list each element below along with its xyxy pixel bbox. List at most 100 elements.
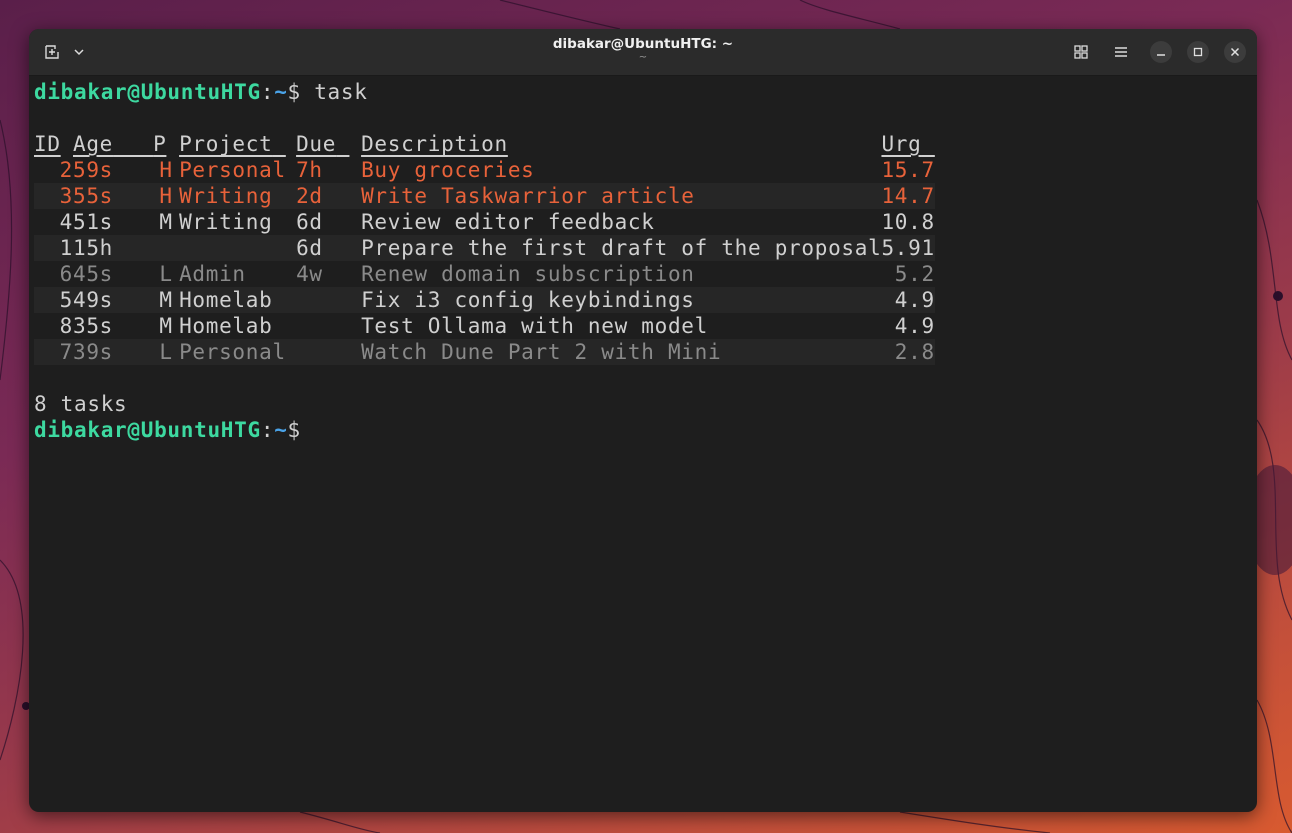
maximize-button[interactable] bbox=[1187, 41, 1209, 63]
task-id: 4 bbox=[59, 210, 73, 234]
close-button[interactable] bbox=[1224, 41, 1246, 63]
header-priority: P bbox=[153, 132, 167, 156]
task-due bbox=[296, 287, 362, 313]
prompt-symbol: $ bbox=[287, 80, 301, 104]
task-priority: M bbox=[159, 314, 173, 338]
prompt-symbol: $ bbox=[287, 418, 301, 442]
task-description: Buy groceries bbox=[361, 158, 535, 182]
header-description: Description bbox=[361, 132, 508, 156]
task-description: Test Ollama with new model bbox=[361, 314, 708, 338]
task-urgency: 5.91 bbox=[881, 235, 935, 261]
task-project: Personal bbox=[179, 339, 297, 365]
task-age: 39s bbox=[73, 339, 154, 365]
task-project: Writing bbox=[179, 210, 273, 234]
task-age: 49s bbox=[73, 287, 154, 313]
minimize-button[interactable] bbox=[1150, 41, 1172, 63]
task-id: 5 bbox=[34, 287, 73, 313]
task-table-header: ID Age P Project Due Description Urg bbox=[34, 131, 935, 157]
task-row: 1 15h 6d Prepare the first draft of the pro… bbox=[34, 235, 935, 261]
close-icon bbox=[1230, 47, 1240, 57]
header-id: ID bbox=[34, 132, 61, 156]
new-tab-button[interactable] bbox=[39, 39, 65, 65]
task-project: Admin bbox=[179, 262, 246, 286]
task-age: 45s bbox=[73, 262, 114, 286]
text-cursor bbox=[301, 420, 313, 442]
terminal-window: dibakar@UbuntuHTG: ~ ~ dibakar@UbuntuHTG… bbox=[29, 29, 1257, 812]
task-id: 7 bbox=[34, 339, 73, 365]
task-due bbox=[296, 339, 362, 365]
task-urgency: 4.9 bbox=[894, 314, 935, 338]
header-urgency: Urg bbox=[881, 132, 922, 156]
prompt-colon: : bbox=[260, 418, 275, 442]
prompt-line[interactable]: dibakar@UbuntuHTG:~$ bbox=[34, 417, 935, 443]
task-priority: H bbox=[153, 183, 180, 209]
task-id: 3 bbox=[34, 183, 73, 209]
header-age: Age bbox=[73, 132, 114, 156]
task-description: Review editor feedback bbox=[361, 210, 655, 234]
prompt-user-host: dibakar@UbuntuHTG bbox=[34, 418, 261, 442]
task-id: 8 bbox=[59, 314, 73, 338]
task-row: 2 59s H Personal 7h Buy groceries 15.7 bbox=[34, 157, 935, 183]
chevron-down-icon bbox=[74, 49, 84, 56]
task-age: 59s bbox=[73, 158, 114, 182]
new-tab-icon bbox=[45, 45, 59, 59]
main-menu-button[interactable] bbox=[1107, 39, 1135, 65]
task-id: 2 bbox=[59, 158, 73, 182]
task-age: 55s bbox=[73, 183, 154, 209]
task-due bbox=[296, 313, 361, 339]
task-table: ID Age P Project Due Description Urg 2 59… bbox=[34, 131, 935, 365]
task-row: 6 45s L Admin 4w Renew domain subscription 5.2 bbox=[34, 261, 935, 287]
task-id: 1 bbox=[34, 235, 73, 261]
task-description: Write Taskwarrior article bbox=[361, 183, 882, 209]
maximize-icon bbox=[1193, 47, 1203, 57]
task-row: 7 39s L Personal Watch Dune Part 2 with Mini… bbox=[34, 339, 935, 365]
hamburger-menu-icon bbox=[1115, 47, 1127, 57]
task-count: 8 tasks bbox=[34, 392, 128, 416]
prompt-path: ~ bbox=[274, 80, 288, 104]
task-due: 2d bbox=[296, 183, 362, 209]
task-project: Personal bbox=[179, 158, 286, 182]
task-priority: L bbox=[159, 262, 173, 286]
task-urgency: 10.8 bbox=[881, 210, 935, 234]
task-urgency: 2.8 bbox=[881, 339, 935, 365]
prompt-user-host: dibakar@UbuntuHTG bbox=[34, 80, 261, 104]
prompt-colon: : bbox=[260, 80, 275, 104]
task-row: 3 55s H Writing 2d Write Taskwarrior article 1… bbox=[34, 183, 935, 209]
task-priority bbox=[153, 235, 180, 261]
task-due: 4w bbox=[296, 262, 323, 286]
title-bar: dibakar@UbuntuHTG: ~ ~ bbox=[29, 29, 1257, 76]
task-project: Writing bbox=[179, 183, 297, 209]
task-row: 4 51s M Writing 6d Review editor feedback 10.8 bbox=[34, 209, 935, 235]
task-id: 6 bbox=[59, 262, 73, 286]
task-project: Homelab bbox=[179, 314, 273, 338]
task-project: Homelab bbox=[179, 287, 297, 313]
task-due: 6d bbox=[296, 210, 323, 234]
command-line: dibakar@UbuntuHTG:~$ task bbox=[34, 79, 935, 105]
task-priority: M bbox=[159, 210, 173, 234]
terminal-output[interactable]: dibakar@UbuntuHTG:~$ task ID Age P Proje… bbox=[34, 79, 935, 443]
tab-overview-button[interactable] bbox=[1067, 39, 1095, 65]
tab-menu-button[interactable] bbox=[67, 39, 91, 65]
task-urgency: 15.7 bbox=[881, 158, 935, 182]
header-project: Project bbox=[179, 132, 273, 156]
task-priority: H bbox=[159, 158, 173, 182]
task-description: Fix i3 config keybindings bbox=[361, 287, 882, 313]
task-due: 6d bbox=[296, 235, 362, 261]
task-priority: L bbox=[153, 339, 180, 365]
task-age: 15h bbox=[73, 235, 154, 261]
task-row: 8 35s M Homelab Test Ollama with new model 4.… bbox=[34, 313, 935, 339]
task-priority: M bbox=[153, 287, 180, 313]
task-description: Watch Dune Part 2 with Mini bbox=[361, 339, 882, 365]
task-due: 7h bbox=[296, 158, 323, 182]
task-age: 35s bbox=[73, 314, 114, 338]
task-description: Prepare the first draft of the proposal bbox=[361, 235, 882, 261]
header-due: Due bbox=[296, 132, 337, 156]
task-urgency: 14.7 bbox=[881, 183, 935, 209]
task-project bbox=[179, 235, 297, 261]
task-row: 5 49s M Homelab Fix i3 config keybindings 4.9 bbox=[34, 287, 935, 313]
minimize-icon bbox=[1157, 54, 1165, 56]
command-text: task bbox=[300, 80, 368, 104]
task-urgency: 5.2 bbox=[894, 262, 935, 286]
